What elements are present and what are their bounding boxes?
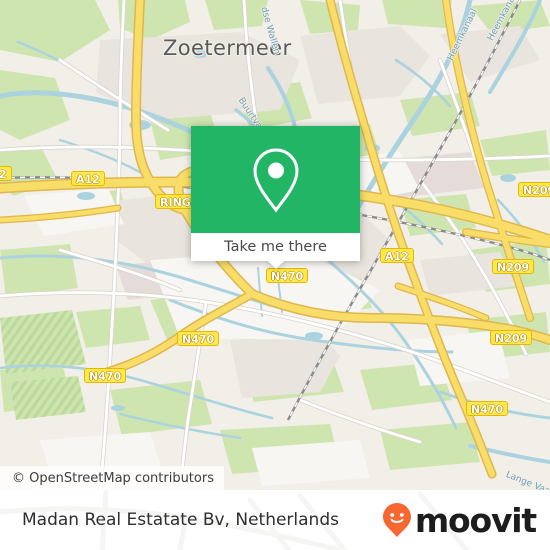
moovit-place-card-screenshot: Zoetermeer dse Wallen Buurtvaart Heemkan…: [0, 0, 550, 550]
road-shield-n209-lower[interactable]: N470: [466, 401, 509, 416]
road-shield-a12-east[interactable]: A12: [380, 248, 414, 263]
take-me-there-label: Take me there: [224, 239, 327, 255]
map-pin-icon: [252, 147, 299, 212]
road-shield-n470-mid[interactable]: N470: [177, 331, 220, 346]
road-shield-n470-top[interactable]: N470: [266, 268, 309, 283]
map-canvas[interactable]: Zoetermeer dse Wallen Buurtvaart Heemkan…: [0, 0, 550, 490]
place-title: Madan Real Estatate Bv, Netherlands: [22, 510, 339, 530]
place-card-popup[interactable]: Take me there: [191, 126, 360, 269]
map-attribution-text: © OpenStreetMap contributors: [12, 470, 214, 486]
place-card-pointer: [267, 261, 284, 269]
place-card-action[interactable]: Take me there: [191, 233, 360, 269]
road-shield-a12-west[interactable]: A12: [71, 171, 105, 186]
moovit-logo[interactable]: moovit: [382, 500, 537, 540]
place-card-header: [191, 126, 360, 233]
footer-bar: Madan Real Estatate Bv, Netherlands moov…: [0, 490, 550, 550]
moovit-wordmark: moovit: [414, 500, 537, 540]
map-attribution[interactable]: © OpenStreetMap contributors: [0, 466, 224, 490]
road-shield-n470-left[interactable]: N470: [84, 368, 127, 383]
road-shield-ring[interactable]: RING: [155, 194, 196, 209]
road-shield-a12-left[interactable]: 2: [0, 166, 12, 181]
moovit-smiley-pin-icon: [382, 503, 411, 537]
road-shield-n209-south[interactable]: N209: [490, 330, 533, 345]
road-shield-n209-mid[interactable]: N209: [492, 259, 535, 274]
road-shield-n209-north[interactable]: N209: [518, 182, 550, 197]
